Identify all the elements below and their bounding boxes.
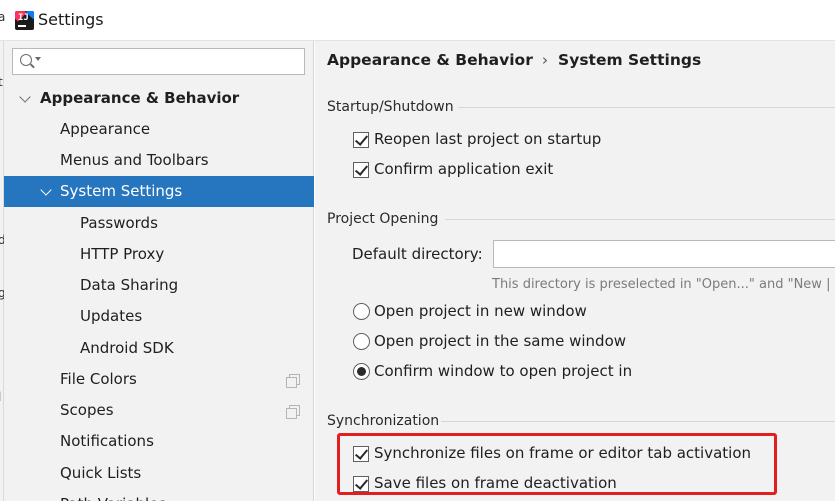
chevron-down-icon[interactable]	[19, 91, 31, 103]
breadcrumb-parent[interactable]: Appearance & Behavior	[327, 51, 533, 69]
sidebar-item-label: HTTP Proxy	[80, 245, 165, 263]
search-icon[interactable]	[20, 54, 32, 66]
section-divider	[445, 219, 835, 220]
reopen-last-project-checkbox[interactable]	[353, 132, 369, 148]
window-title: Settings	[38, 10, 104, 29]
breadcrumb: Appearance & Behavior › System Settings	[327, 51, 701, 69]
breadcrumb-separator-icon: ›	[541, 51, 549, 69]
sidebar-item-label: Scopes	[60, 401, 114, 419]
sidebar-item-scopes[interactable]: Scopes	[4, 395, 314, 426]
search-history-caret-icon[interactable]	[35, 57, 41, 61]
section-divider	[441, 421, 835, 422]
edge-glyph: t	[0, 75, 3, 89]
option-label[interactable]: Open project in new window	[374, 302, 587, 320]
sidebar-item-quick-lists[interactable]: Quick Lists	[4, 458, 314, 489]
sidebar-item-label: File Colors	[60, 370, 137, 388]
settings-content-panel: Appearance & Behavior › System Settings St…	[315, 41, 835, 501]
option-label[interactable]: Open project in the same window	[374, 332, 626, 350]
default-directory-label: Default directory:	[352, 245, 483, 263]
sidebar-item-path-variables[interactable]: Path Variables	[4, 489, 314, 501]
sidebar-item-menus-toolbars[interactable]: Menus and Toolbars	[4, 145, 314, 176]
search-field[interactable]	[12, 48, 305, 75]
sidebar-item-label: Menus and Toolbars	[60, 151, 209, 169]
sidebar-item-label: Appearance & Behavior	[40, 89, 240, 107]
edge-glyph: a	[0, 10, 6, 24]
breadcrumb-current: System Settings	[558, 51, 702, 69]
sidebar-item-label: Android SDK	[80, 339, 174, 357]
sidebar-item-system-settings[interactable]: System Settings	[4, 176, 314, 207]
confirm-exit-checkbox[interactable]	[353, 162, 369, 178]
sidebar-item-android-sdk[interactable]: Android SDK	[4, 333, 314, 364]
open-same-window-radio[interactable]	[353, 333, 370, 350]
red-highlight-box	[337, 433, 777, 495]
sidebar-item-label: Passwords	[80, 214, 158, 232]
sidebar-item-file-colors[interactable]: File Colors	[4, 364, 314, 395]
intellij-app-icon: IJ	[15, 11, 34, 30]
option-label[interactable]: Reopen last project on startup	[374, 130, 601, 148]
section-title-startup: Startup/Shutdown	[327, 99, 454, 115]
option-label[interactable]: Confirm window to open project in	[374, 362, 632, 380]
section-divider	[458, 107, 835, 108]
sidebar-item-data-sharing[interactable]: Data Sharing	[4, 270, 314, 301]
confirm-window-radio[interactable]	[353, 363, 370, 380]
sidebar-item-label: Updates	[80, 307, 143, 325]
sidebar-item-label: Appearance	[60, 120, 151, 138]
option-label[interactable]: Confirm application exit	[374, 160, 553, 178]
project-level-copy-icon	[286, 405, 300, 419]
section-title-synchronization: Synchronization	[327, 413, 440, 429]
sidebar-item-http-proxy[interactable]: HTTP Proxy	[4, 239, 314, 270]
chevron-down-icon[interactable]	[40, 184, 52, 196]
sidebar-item-appearance-behavior[interactable]: Appearance & Behavior	[4, 83, 314, 114]
sidebar-item-label: Quick Lists	[60, 464, 142, 482]
search-input[interactable]	[45, 51, 300, 72]
open-new-window-radio[interactable]	[353, 303, 370, 320]
sidebar-item-notifications[interactable]: Notifications	[4, 426, 314, 457]
sidebar-item-label: System Settings	[60, 182, 183, 200]
project-level-copy-icon	[286, 374, 300, 388]
sidebar-item-label: Notifications	[60, 432, 154, 450]
sidebar-item-label: Data Sharing	[80, 276, 179, 294]
default-directory-input[interactable]	[493, 240, 835, 268]
sidebar-item-updates[interactable]: Updates	[4, 301, 314, 332]
sidebar-item-passwords[interactable]: Passwords	[4, 208, 314, 239]
sidebar-item-appearance[interactable]: Appearance	[4, 114, 314, 145]
sidebar-item-label: Path Variables	[60, 489, 166, 501]
title-bar: IJ Settings	[0, 0, 835, 41]
settings-sidebar: Appearance & Behavior Appearance Menus a…	[4, 41, 314, 501]
edge-glyph: l	[0, 390, 1, 404]
default-directory-hint: This directory is preselected in "Open..…	[492, 277, 831, 292]
section-title-project-opening: Project Opening	[327, 211, 439, 227]
